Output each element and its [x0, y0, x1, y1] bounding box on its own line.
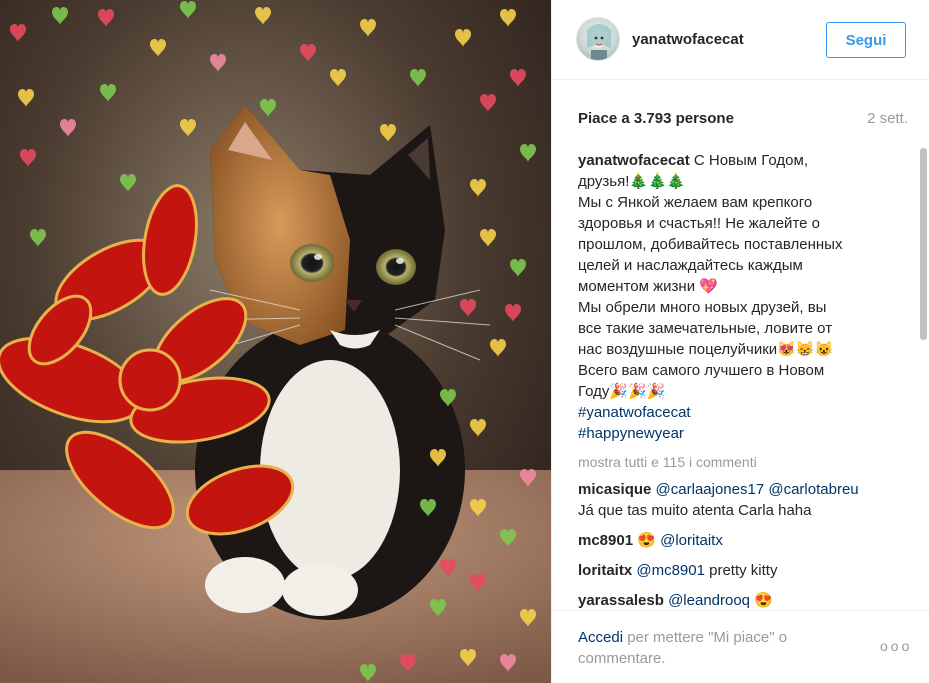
comment-item: yarassalesb @leandrooq 😍	[578, 590, 914, 608]
mention-link[interactable]: @mc8901	[636, 562, 705, 579]
caption-username[interactable]: yanatwofacecat	[578, 152, 690, 169]
mention-link[interactable]: @loritaitx	[660, 532, 723, 549]
post-time[interactable]: 2 sett.	[867, 110, 908, 127]
comment-emoji: 😍	[637, 532, 656, 549]
scrollbar-thumb[interactable]	[920, 148, 927, 340]
mention-link[interactable]: @carlotabreu	[768, 481, 858, 498]
mention-link[interactable]: @leandrooq	[668, 592, 750, 608]
comment-username[interactable]: micasique	[578, 481, 651, 498]
login-link[interactable]: Accedi	[578, 629, 623, 646]
caption-text: С Новым Годом, друзья!🎄🎄🎄 Мы с Янкой жел…	[578, 152, 843, 400]
comment-username[interactable]: yarassalesb	[578, 592, 664, 608]
comment-item: micasique @carlaajones17 @carlotabreu Já…	[578, 479, 914, 521]
post-footer: Accedi per mettere "Mi piace" o commenta…	[552, 610, 929, 683]
post-details-panel: yanatwofacecat Segui Piace a 3.793 perso…	[551, 0, 929, 683]
photo-art	[0, 0, 551, 683]
mention-link[interactable]: @carlaajones17	[656, 481, 765, 498]
comment-item: mc8901 😍 @loritaitx	[578, 530, 914, 551]
post-header: yanatwofacecat Segui	[552, 0, 929, 80]
show-all-comments-link[interactable]: mostra tutti e 115 i commenti	[578, 452, 914, 473]
more-options-icon[interactable]: ooo	[880, 638, 912, 654]
comment-emoji: 😍	[750, 592, 773, 608]
comment-username[interactable]: loritaitx	[578, 562, 632, 579]
comment-item: loritaitx @mc8901 pretty kitty	[578, 560, 914, 581]
likes-row: Piace a 3.793 persone 2 sett.	[578, 110, 908, 130]
comments-list[interactable]: yanatwofacecat С Новым Годом, друзья!🎄🎄🎄…	[578, 146, 914, 608]
comments-scrollbar[interactable]	[920, 148, 928, 608]
comment-text: Já que tas muito atenta Carla haha	[578, 502, 812, 519]
hashtag-link[interactable]: #yanatwofacecat	[578, 402, 914, 423]
hashtag-link[interactable]: #happynewyear	[578, 423, 914, 444]
avatar-image	[587, 24, 611, 60]
caption: yanatwofacecat С Новым Годом, друзья!🎄🎄🎄…	[578, 150, 914, 402]
post-photo	[0, 0, 551, 683]
avatar[interactable]	[576, 17, 620, 61]
comment-text: pretty kitty	[704, 562, 778, 579]
follow-button[interactable]: Segui	[826, 22, 906, 58]
login-prompt: Accedi per mettere "Mi piace" o commenta…	[578, 627, 848, 669]
likes-count[interactable]: Piace a 3.793 persone	[578, 110, 734, 127]
header-username[interactable]: yanatwofacecat	[632, 31, 744, 48]
comment-username[interactable]: mc8901	[578, 532, 633, 549]
